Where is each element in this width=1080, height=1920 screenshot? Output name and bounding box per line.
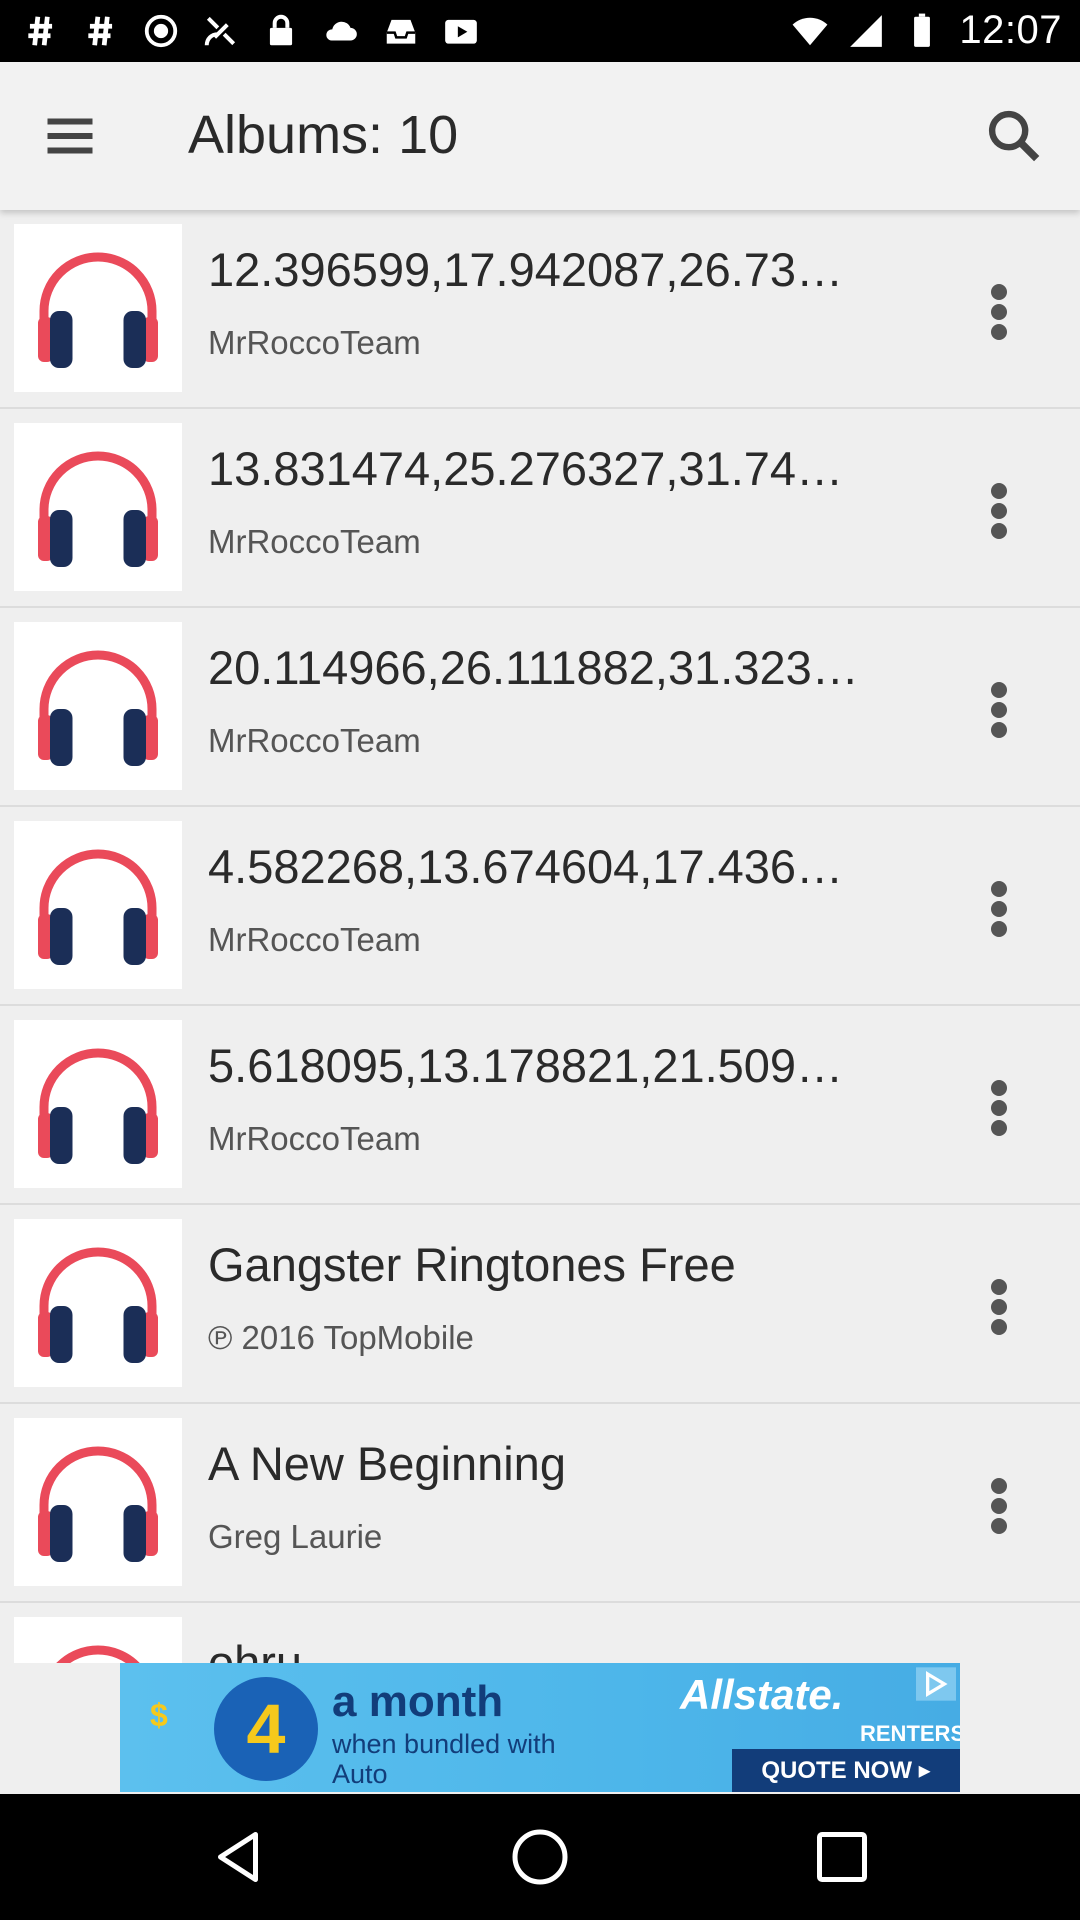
album-title: A New Beginning	[208, 1437, 566, 1490]
headphones-icon	[38, 1446, 158, 1562]
ad-tag: RENTERS	[860, 1721, 960, 1746]
album-row[interactable]: 12.396599,17.942087,26.730… MrRoccoTeam	[0, 210, 1080, 409]
lock-icon	[269, 14, 293, 46]
headphones-icon	[38, 451, 158, 567]
battery-icon	[914, 13, 931, 47]
album-title: 12.396599,17.942087,26.730…	[208, 243, 868, 296]
album-thumbnail	[14, 1219, 182, 1387]
record-icon	[144, 14, 178, 48]
more-options-icon[interactable]	[988, 282, 1010, 342]
album-artist: Greg Laurie	[208, 1518, 383, 1555]
album-artist: MrRoccoTeam	[208, 1120, 421, 1157]
album-row[interactable]: Gangster Ringtones Free ℗ 2016 TopMobile	[0, 1205, 1080, 1404]
album-thumbnail	[14, 423, 182, 591]
ad-banner[interactable]: 4 $ a month when bundled with Auto Allst…	[120, 1663, 960, 1792]
album-row[interactable]: A New Beginning Greg Laurie	[0, 1404, 1080, 1603]
album-title: 4.582268,13.674604,17.4362…	[208, 840, 868, 893]
status-bar: 12:07	[0, 0, 1080, 62]
more-options-icon[interactable]	[988, 1078, 1010, 1138]
album-thumbnail	[14, 1020, 182, 1188]
headphones-icon	[38, 1247, 158, 1363]
album-title: 20.114966,26.111882,31.323…	[208, 641, 859, 694]
album-artist: MrRoccoTeam	[208, 523, 421, 560]
more-options-icon[interactable]	[988, 1277, 1010, 1337]
album-title: 13.831474,25.276327,31.742…	[208, 442, 868, 495]
more-options-icon[interactable]	[988, 879, 1010, 939]
ad-headline: a month	[332, 1677, 504, 1726]
ad-choices-icon[interactable]	[916, 1667, 956, 1701]
album-thumbnail	[14, 622, 182, 790]
ad-quote-button[interactable]: QUOTE NOW ▸	[732, 1749, 960, 1792]
satellite-icon	[204, 16, 236, 46]
album-row[interactable]: 20.114966,26.111882,31.323… MrRoccoTeam	[0, 608, 1080, 807]
ad-dollar: $	[150, 1697, 168, 1733]
cloud-icon	[326, 21, 357, 41]
headphones-icon	[38, 849, 158, 965]
headphones-icon	[38, 1048, 158, 1164]
album-title: 5.618095,13.178821,21.5091…	[208, 1039, 868, 1092]
headphones-icon	[56, 1645, 140, 1663]
album-thumbnail	[14, 224, 182, 392]
navigation-bar	[0, 1794, 1080, 1920]
more-options-icon[interactable]	[988, 680, 1010, 740]
album-row[interactable]: ohru	[0, 1603, 1080, 1663]
headphones-icon	[38, 252, 158, 368]
menu-icon[interactable]	[40, 106, 100, 166]
album-artist: MrRoccoTeam	[208, 324, 421, 361]
back-icon[interactable]	[208, 1827, 268, 1887]
album-row[interactable]: 13.831474,25.276327,31.742… MrRoccoTeam	[0, 409, 1080, 608]
album-artist: MrRoccoTeam	[208, 921, 421, 958]
signal-icon	[850, 14, 883, 47]
album-artist: ℗ 2016 TopMobile	[208, 1319, 474, 1356]
inbox-icon	[386, 19, 416, 44]
status-time: 12:07	[959, 8, 1062, 52]
hashtag-icon	[88, 16, 113, 46]
album-artist: MrRoccoTeam	[208, 722, 421, 759]
album-title: Gangster Ringtones Free	[208, 1238, 736, 1291]
ad-price-badge: 4	[214, 1677, 318, 1781]
recents-icon[interactable]	[812, 1827, 872, 1887]
headphones-icon	[38, 650, 158, 766]
more-options-icon[interactable]	[988, 481, 1010, 541]
more-options-icon[interactable]	[988, 1476, 1010, 1536]
ad-subline: when bundled with Auto	[332, 1729, 556, 1789]
home-icon[interactable]	[510, 1827, 570, 1887]
play-icon	[445, 19, 477, 44]
album-title: ohru	[208, 1636, 303, 1663]
album-thumbnail	[14, 821, 182, 989]
search-icon[interactable]	[982, 104, 1046, 168]
album-row[interactable]: 4.582268,13.674604,17.4362… MrRoccoTeam	[0, 807, 1080, 1006]
album-list[interactable]: 12.396599,17.942087,26.730… MrRoccoTeam …	[0, 210, 1080, 1663]
album-thumbnail	[14, 1617, 182, 1663]
ad-amount: 4	[246, 1690, 286, 1768]
app-bar: Albums: 10	[0, 62, 1080, 210]
ad-brand: Allstate.	[680, 1671, 844, 1718]
notification-icons	[22, 12, 480, 50]
hashtag-icon	[28, 16, 53, 46]
album-thumbnail	[14, 1418, 182, 1586]
wifi-icon	[792, 17, 828, 45]
page-title: Albums: 10	[188, 105, 459, 165]
album-row[interactable]: 5.618095,13.178821,21.5091… MrRoccoTeam	[0, 1006, 1080, 1205]
